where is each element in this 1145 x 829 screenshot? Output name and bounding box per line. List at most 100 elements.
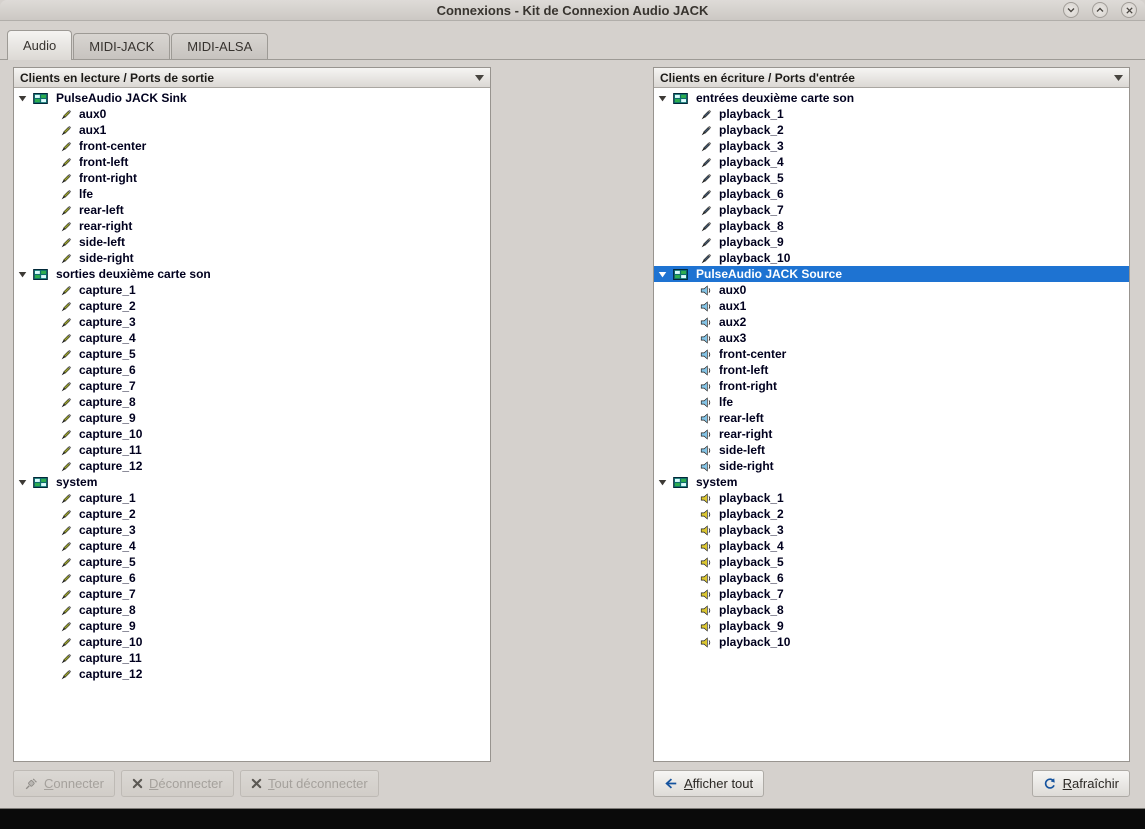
expander-arrow-icon[interactable] xyxy=(18,478,33,487)
client-label: system xyxy=(56,475,98,489)
port-row[interactable]: capture_9 xyxy=(14,410,490,426)
port-row[interactable]: capture_6 xyxy=(14,570,490,586)
port-row[interactable]: capture_2 xyxy=(14,506,490,522)
client-row[interactable]: system xyxy=(14,474,490,490)
maximize-button[interactable] xyxy=(1092,2,1108,18)
port-label: front-right xyxy=(719,379,777,393)
port-row[interactable]: playback_4 xyxy=(654,154,1129,170)
port-row[interactable]: capture_8 xyxy=(14,602,490,618)
port-row[interactable]: side-right xyxy=(14,250,490,266)
port-row[interactable]: lfe xyxy=(654,394,1129,410)
minimize-button[interactable] xyxy=(1063,2,1079,18)
audio-in-plug-blue-icon xyxy=(700,380,714,393)
port-row[interactable]: front-center xyxy=(654,346,1129,362)
port-row[interactable]: capture_8 xyxy=(14,394,490,410)
disconnect-button[interactable]: Déconnecter xyxy=(121,770,234,797)
port-row[interactable]: capture_7 xyxy=(14,378,490,394)
port-row[interactable]: capture_5 xyxy=(14,346,490,362)
port-row[interactable]: aux1 xyxy=(654,298,1129,314)
port-row[interactable]: front-left xyxy=(14,154,490,170)
input-panel-header[interactable]: Clients en écriture / Ports d'entrée xyxy=(654,68,1129,88)
show-all-button[interactable]: Afficher tout xyxy=(653,770,765,797)
port-row[interactable]: playback_7 xyxy=(654,586,1129,602)
port-row[interactable]: playback_10 xyxy=(654,250,1129,266)
port-row[interactable]: capture_3 xyxy=(14,314,490,330)
port-label: aux1 xyxy=(719,299,747,313)
expander-arrow-icon[interactable] xyxy=(658,270,673,279)
port-row[interactable]: playback_8 xyxy=(654,218,1129,234)
disconnect-all-button[interactable]: Tout déconnecter xyxy=(240,770,379,797)
port-row[interactable]: playback_9 xyxy=(654,234,1129,250)
tab-midi-alsa[interactable]: MIDI-ALSA xyxy=(171,33,269,59)
port-row[interactable]: capture_1 xyxy=(14,282,490,298)
port-row[interactable]: capture_11 xyxy=(14,650,490,666)
port-row[interactable]: playback_4 xyxy=(654,538,1129,554)
port-row[interactable]: capture_4 xyxy=(14,330,490,346)
port-row[interactable]: capture_12 xyxy=(14,666,490,682)
port-row[interactable]: rear-left xyxy=(654,410,1129,426)
port-row[interactable]: playback_2 xyxy=(654,506,1129,522)
port-row[interactable]: playback_6 xyxy=(654,570,1129,586)
port-row[interactable]: side-left xyxy=(654,442,1129,458)
port-row[interactable]: playback_5 xyxy=(654,170,1129,186)
expander-arrow-icon[interactable] xyxy=(658,478,673,487)
port-row[interactable]: capture_6 xyxy=(14,362,490,378)
port-row[interactable]: capture_4 xyxy=(14,538,490,554)
port-row[interactable]: capture_5 xyxy=(14,554,490,570)
client-row[interactable]: entrées deuxième carte son xyxy=(654,90,1129,106)
port-row[interactable]: playback_1 xyxy=(654,106,1129,122)
port-row[interactable]: playback_10 xyxy=(654,634,1129,650)
port-row[interactable]: playback_1 xyxy=(654,490,1129,506)
port-row[interactable]: playback_3 xyxy=(654,138,1129,154)
expander-arrow-icon[interactable] xyxy=(18,94,33,103)
port-label: capture_3 xyxy=(79,523,136,537)
audio-out-pen-icon xyxy=(60,140,74,153)
port-row[interactable]: aux0 xyxy=(654,282,1129,298)
expander-arrow-icon[interactable] xyxy=(658,94,673,103)
port-row[interactable]: capture_12 xyxy=(14,458,490,474)
refresh-button[interactable]: Rafraîchir xyxy=(1031,770,1130,797)
port-row[interactable]: playback_2 xyxy=(654,122,1129,138)
port-row[interactable]: rear-right xyxy=(14,218,490,234)
port-row[interactable]: capture_3 xyxy=(14,522,490,538)
port-row[interactable]: rear-right xyxy=(654,426,1129,442)
port-row[interactable]: aux2 xyxy=(654,314,1129,330)
port-row[interactable]: front-right xyxy=(654,378,1129,394)
port-row[interactable]: playback_8 xyxy=(654,602,1129,618)
tab-midi-jack[interactable]: MIDI-JACK xyxy=(73,33,171,59)
port-label: capture_4 xyxy=(79,331,136,345)
port-row[interactable]: lfe xyxy=(14,186,490,202)
output-panel-header[interactable]: Clients en lecture / Ports de sortie xyxy=(14,68,490,88)
port-row[interactable]: playback_3 xyxy=(654,522,1129,538)
port-row[interactable]: aux1 xyxy=(14,122,490,138)
port-row[interactable]: capture_7 xyxy=(14,586,490,602)
client-row[interactable]: PulseAudio JACK Sink xyxy=(14,90,490,106)
port-row[interactable]: side-left xyxy=(14,234,490,250)
port-row[interactable]: playback_5 xyxy=(654,554,1129,570)
tab-audio[interactable]: Audio xyxy=(7,30,73,60)
port-row[interactable]: front-right xyxy=(14,170,490,186)
port-row[interactable]: front-left xyxy=(654,362,1129,378)
port-row[interactable]: capture_10 xyxy=(14,426,490,442)
client-row[interactable]: system xyxy=(654,474,1129,490)
dropdown-arrow-icon[interactable] xyxy=(469,74,484,81)
client-row[interactable]: PulseAudio JACK Source xyxy=(654,266,1129,282)
port-row[interactable]: side-right xyxy=(654,458,1129,474)
port-row[interactable]: front-center xyxy=(14,138,490,154)
port-row[interactable]: playback_7 xyxy=(654,202,1129,218)
connect-button[interactable]: Connecter xyxy=(13,770,115,797)
dropdown-arrow-icon[interactable] xyxy=(1108,74,1123,81)
port-row[interactable]: capture_11 xyxy=(14,442,490,458)
port-row[interactable]: aux0 xyxy=(14,106,490,122)
port-row[interactable]: rear-left xyxy=(14,202,490,218)
port-row[interactable]: capture_1 xyxy=(14,490,490,506)
close-button[interactable] xyxy=(1121,2,1137,18)
port-row[interactable]: playback_6 xyxy=(654,186,1129,202)
port-row[interactable]: capture_2 xyxy=(14,298,490,314)
client-row[interactable]: sorties deuxième carte son xyxy=(14,266,490,282)
expander-arrow-icon[interactable] xyxy=(18,270,33,279)
port-row[interactable]: capture_10 xyxy=(14,634,490,650)
port-row[interactable]: aux3 xyxy=(654,330,1129,346)
port-row[interactable]: capture_9 xyxy=(14,618,490,634)
port-row[interactable]: playback_9 xyxy=(654,618,1129,634)
